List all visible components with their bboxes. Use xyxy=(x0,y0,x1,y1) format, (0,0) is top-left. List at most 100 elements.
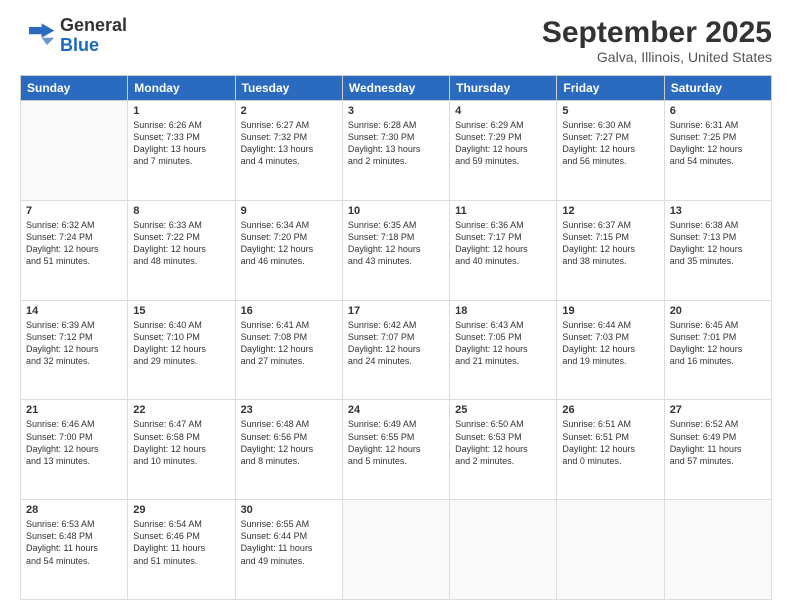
calendar-day: 10 Sunrise: 6:35 AM Sunset: 7:18 PM Dayli… xyxy=(342,200,449,300)
day-number: 15 xyxy=(133,305,229,317)
day-info: Sunrise: 6:34 AM Sunset: 7:20 PM Dayligh… xyxy=(241,219,337,268)
calendar-day: 25 Sunrise: 6:50 AM Sunset: 6:53 PM Dayli… xyxy=(450,400,557,500)
calendar-day xyxy=(342,500,449,600)
day-info: Sunrise: 6:33 AM Sunset: 7:22 PM Dayligh… xyxy=(133,219,229,268)
day-number: 7 xyxy=(26,205,122,217)
weekday-header-sunday: Sunday xyxy=(21,76,128,101)
day-number: 24 xyxy=(348,404,444,416)
day-number: 6 xyxy=(670,105,766,117)
day-info: Sunrise: 6:32 AM Sunset: 7:24 PM Dayligh… xyxy=(26,219,122,268)
day-info: Sunrise: 6:40 AM Sunset: 7:10 PM Dayligh… xyxy=(133,319,229,368)
weekday-header-friday: Friday xyxy=(557,76,664,101)
day-number: 30 xyxy=(241,504,337,516)
day-info: Sunrise: 6:37 AM Sunset: 7:15 PM Dayligh… xyxy=(562,219,658,268)
calendar-week-1: 1 Sunrise: 6:26 AM Sunset: 7:33 PM Daylig… xyxy=(21,101,772,201)
day-number: 18 xyxy=(455,305,551,317)
header-row: SundayMondayTuesdayWednesdayThursdayFrid… xyxy=(21,76,772,101)
day-number: 25 xyxy=(455,404,551,416)
day-info: Sunrise: 6:51 AM Sunset: 6:51 PM Dayligh… xyxy=(562,418,658,467)
day-number: 3 xyxy=(348,105,444,117)
calendar-day xyxy=(21,101,128,201)
day-info: Sunrise: 6:36 AM Sunset: 7:17 PM Dayligh… xyxy=(455,219,551,268)
day-info: Sunrise: 6:49 AM Sunset: 6:55 PM Dayligh… xyxy=(348,418,444,467)
day-info: Sunrise: 6:44 AM Sunset: 7:03 PM Dayligh… xyxy=(562,319,658,368)
day-number: 20 xyxy=(670,305,766,317)
calendar-week-2: 7 Sunrise: 6:32 AM Sunset: 7:24 PM Daylig… xyxy=(21,200,772,300)
logo: General Blue xyxy=(20,16,127,56)
calendar-day: 29 Sunrise: 6:54 AM Sunset: 6:46 PM Dayli… xyxy=(128,500,235,600)
day-number: 8 xyxy=(133,205,229,217)
calendar-day: 15 Sunrise: 6:40 AM Sunset: 7:10 PM Dayli… xyxy=(128,300,235,400)
weekday-header-saturday: Saturday xyxy=(664,76,771,101)
day-info: Sunrise: 6:29 AM Sunset: 7:29 PM Dayligh… xyxy=(455,119,551,168)
calendar-day: 27 Sunrise: 6:52 AM Sunset: 6:49 PM Dayli… xyxy=(664,400,771,500)
day-info: Sunrise: 6:47 AM Sunset: 6:58 PM Dayligh… xyxy=(133,418,229,467)
calendar-day: 28Sunrise: 6:53 AM Sunset: 6:48 PM Dayli… xyxy=(21,500,128,600)
weekday-header-tuesday: Tuesday xyxy=(235,76,342,101)
day-number: 13 xyxy=(670,205,766,217)
day-info: Sunrise: 6:27 AM Sunset: 7:32 PM Dayligh… xyxy=(241,119,337,168)
calendar-day: 21Sunrise: 6:46 AM Sunset: 7:00 PM Dayli… xyxy=(21,400,128,500)
calendar-day xyxy=(664,500,771,600)
calendar-day: 1 Sunrise: 6:26 AM Sunset: 7:33 PM Daylig… xyxy=(128,101,235,201)
calendar-week-3: 14Sunrise: 6:39 AM Sunset: 7:12 PM Dayli… xyxy=(21,300,772,400)
day-info: Sunrise: 6:43 AM Sunset: 7:05 PM Dayligh… xyxy=(455,319,551,368)
day-info: Sunrise: 6:45 AM Sunset: 7:01 PM Dayligh… xyxy=(670,319,766,368)
calendar-day: 13 Sunrise: 6:38 AM Sunset: 7:13 PM Dayli… xyxy=(664,200,771,300)
day-number: 9 xyxy=(241,205,337,217)
day-number: 16 xyxy=(241,305,337,317)
day-info: Sunrise: 6:52 AM Sunset: 6:49 PM Dayligh… xyxy=(670,418,766,467)
day-number: 28 xyxy=(26,504,122,516)
calendar-day: 9 Sunrise: 6:34 AM Sunset: 7:20 PM Daylig… xyxy=(235,200,342,300)
calendar-day: 17Sunrise: 6:42 AM Sunset: 7:07 PM Dayli… xyxy=(342,300,449,400)
logo-line2: Blue xyxy=(60,35,99,55)
day-info: Sunrise: 6:30 AM Sunset: 7:27 PM Dayligh… xyxy=(562,119,658,168)
day-info: Sunrise: 6:39 AM Sunset: 7:12 PM Dayligh… xyxy=(26,319,122,368)
weekday-header-thursday: Thursday xyxy=(450,76,557,101)
day-info: Sunrise: 6:54 AM Sunset: 6:46 PM Dayligh… xyxy=(133,518,229,567)
day-number: 19 xyxy=(562,305,658,317)
day-info: Sunrise: 6:26 AM Sunset: 7:33 PM Dayligh… xyxy=(133,119,229,168)
day-number: 11 xyxy=(455,205,551,217)
day-info: Sunrise: 6:31 AM Sunset: 7:25 PM Dayligh… xyxy=(670,119,766,168)
day-info: Sunrise: 6:46 AM Sunset: 7:00 PM Dayligh… xyxy=(26,418,122,467)
calendar-day: 7 Sunrise: 6:32 AM Sunset: 7:24 PM Daylig… xyxy=(21,200,128,300)
day-info: Sunrise: 6:42 AM Sunset: 7:07 PM Dayligh… xyxy=(348,319,444,368)
page: General Blue September 2025 Galva, Illin… xyxy=(0,0,792,612)
day-number: 10 xyxy=(348,205,444,217)
calendar-day xyxy=(557,500,664,600)
weekday-header-monday: Monday xyxy=(128,76,235,101)
weekday-header-wednesday: Wednesday xyxy=(342,76,449,101)
calendar-day: 20 Sunrise: 6:45 AM Sunset: 7:01 PM Dayli… xyxy=(664,300,771,400)
day-number: 12 xyxy=(562,205,658,217)
day-number: 27 xyxy=(670,404,766,416)
calendar-day: 24 Sunrise: 6:49 AM Sunset: 6:55 PM Dayli… xyxy=(342,400,449,500)
day-number: 1 xyxy=(133,105,229,117)
calendar-day: 4 Sunrise: 6:29 AM Sunset: 7:29 PM Daylig… xyxy=(450,101,557,201)
calendar-day: 12 Sunrise: 6:37 AM Sunset: 7:15 PM Dayli… xyxy=(557,200,664,300)
day-number: 4 xyxy=(455,105,551,117)
calendar-day: 16 Sunrise: 6:41 AM Sunset: 7:08 PM Dayli… xyxy=(235,300,342,400)
day-number: 2 xyxy=(241,105,337,117)
location: Galva, Illinois, United States xyxy=(542,49,772,65)
day-number: 22 xyxy=(133,404,229,416)
calendar-day: 23 Sunrise: 6:48 AM Sunset: 6:56 PM Dayli… xyxy=(235,400,342,500)
day-info: Sunrise: 6:28 AM Sunset: 7:30 PM Dayligh… xyxy=(348,119,444,168)
calendar-day: 18 Sunrise: 6:43 AM Sunset: 7:05 PM Dayli… xyxy=(450,300,557,400)
day-number: 23 xyxy=(241,404,337,416)
day-info: Sunrise: 6:50 AM Sunset: 6:53 PM Dayligh… xyxy=(455,418,551,467)
calendar-day: 2 Sunrise: 6:27 AM Sunset: 7:32 PM Daylig… xyxy=(235,101,342,201)
calendar-day: 8 Sunrise: 6:33 AM Sunset: 7:22 PM Daylig… xyxy=(128,200,235,300)
calendar: SundayMondayTuesdayWednesdayThursdayFrid… xyxy=(20,75,772,600)
day-info: Sunrise: 6:38 AM Sunset: 7:13 PM Dayligh… xyxy=(670,219,766,268)
day-info: Sunrise: 6:48 AM Sunset: 6:56 PM Dayligh… xyxy=(241,418,337,467)
calendar-day: 26Sunrise: 6:51 AM Sunset: 6:51 PM Dayli… xyxy=(557,400,664,500)
calendar-day: 19 Sunrise: 6:44 AM Sunset: 7:03 PM Dayli… xyxy=(557,300,664,400)
day-info: Sunrise: 6:35 AM Sunset: 7:18 PM Dayligh… xyxy=(348,219,444,268)
logo-line1: General xyxy=(60,15,127,35)
calendar-day: 6 Sunrise: 6:31 AM Sunset: 7:25 PM Daylig… xyxy=(664,101,771,201)
calendar-day xyxy=(450,500,557,600)
day-number: 29 xyxy=(133,504,229,516)
day-info: Sunrise: 6:41 AM Sunset: 7:08 PM Dayligh… xyxy=(241,319,337,368)
calendar-week-4: 21Sunrise: 6:46 AM Sunset: 7:00 PM Dayli… xyxy=(21,400,772,500)
